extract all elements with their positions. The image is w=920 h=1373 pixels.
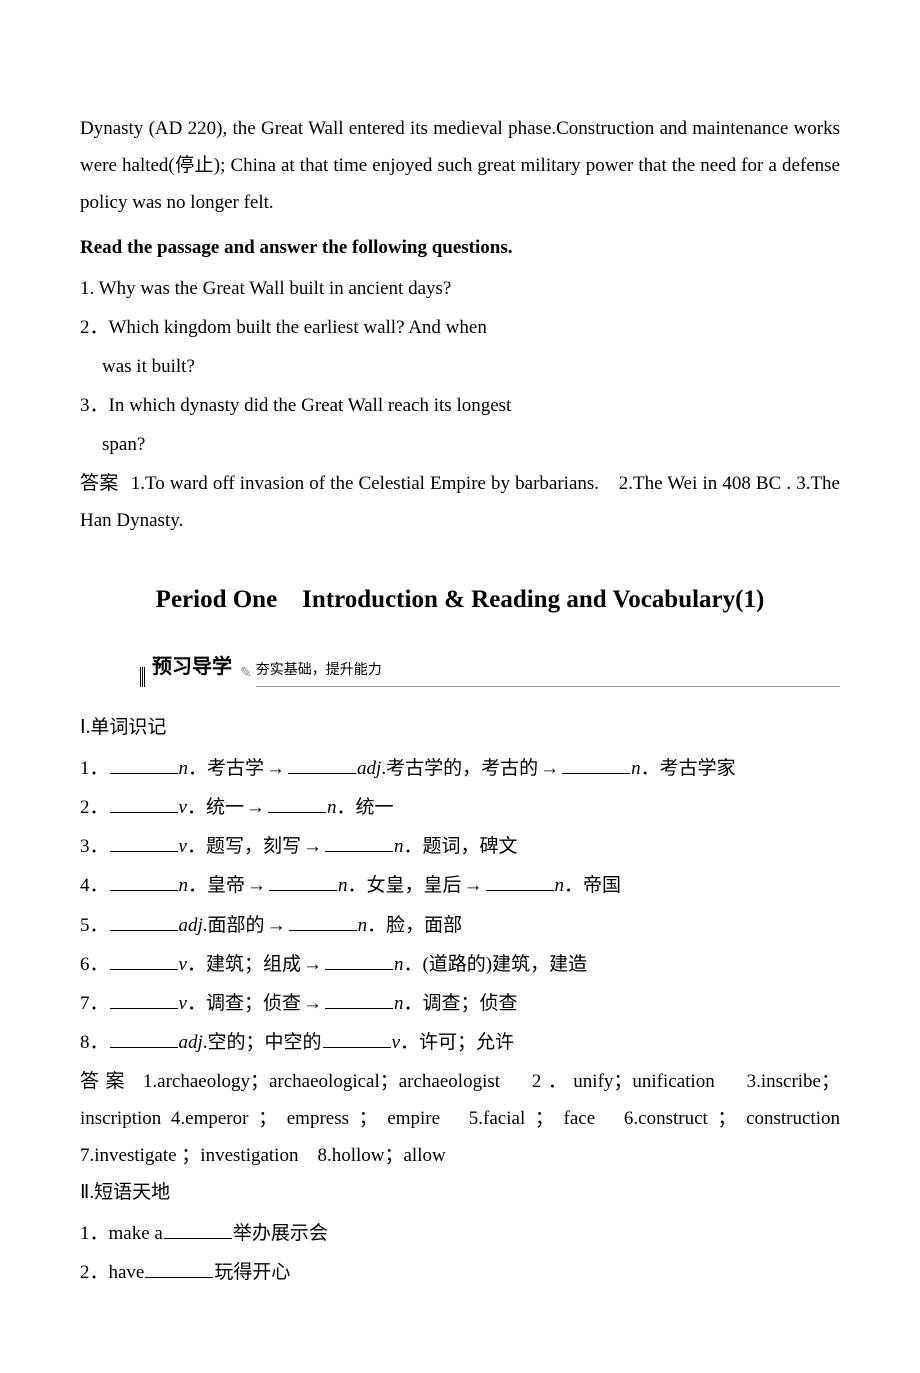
vocab-item-6: 6．v．建筑；组成→n．(道路的)建筑，建造 — [80, 946, 840, 983]
item-part: ．女皇，皇后 — [348, 875, 462, 896]
blank-input[interactable] — [164, 1220, 232, 1239]
item-part: ．皇帝 — [188, 875, 245, 896]
item-part: ．(道路的)建筑，建造 — [403, 954, 587, 975]
blank-input[interactable] — [110, 872, 178, 891]
item-part: ．题词，碑文 — [403, 836, 517, 857]
item-part: ．建筑；组成 — [187, 954, 301, 975]
answer-label: 答案 — [80, 473, 119, 494]
question-3-line2: span? — [80, 426, 840, 463]
vocab-answer-text: 1.archaeology；archaeological；archaeologi… — [80, 1071, 859, 1166]
question-2-line1: 2．Which kingdom built the earliest wall?… — [80, 309, 840, 346]
blank-input[interactable] — [323, 1029, 391, 1048]
blank-input[interactable] — [325, 951, 393, 970]
item-part: ．调查；侦查 — [187, 993, 301, 1014]
blank-input[interactable] — [110, 794, 178, 813]
section-1-title: Ⅰ.单词识记 — [80, 709, 840, 746]
item-part: .考古学的，考古的 — [381, 758, 538, 779]
phrase-lead: 2．have — [80, 1262, 144, 1283]
item-lead: 4． — [80, 875, 109, 896]
section-2-title: Ⅱ.短语天地 — [80, 1174, 840, 1211]
vocab-item-7: 7．v．调查；侦查→n．调查；侦查 — [80, 985, 840, 1022]
question-3-line1: 3．In which dynasty did the Great Wall re… — [80, 387, 840, 424]
vocab-item-8: 8．adj.空的；中空的v．许可；允许 — [80, 1024, 840, 1061]
item-lead: 2． — [80, 797, 109, 818]
item-part: ．统一 — [336, 797, 393, 818]
vocab-item-5: 5．adj.面部的→n．脸，面部 — [80, 907, 840, 944]
item-part: ．统一 — [187, 797, 244, 818]
blank-input[interactable] — [110, 755, 178, 774]
blank-input[interactable] — [269, 872, 337, 891]
item-lead: 5． — [80, 915, 109, 936]
question-2-line2: was it built? — [80, 348, 840, 385]
pencil-icon: ✎ — [240, 660, 252, 687]
blank-input[interactable] — [289, 912, 357, 931]
phrase-item-1: 1．make a 举办展示会 — [80, 1215, 840, 1252]
item-part: ．题写，刻写 — [187, 836, 301, 857]
banner-sub-text: 夯实基础，提升能力 — [256, 657, 840, 687]
blank-input[interactable] — [110, 951, 178, 970]
item-part: ．调查；侦查 — [403, 993, 517, 1014]
item-part: .面部的 — [203, 915, 265, 936]
passage-text: Dynasty (AD 220), the Great Wall entered… — [80, 110, 840, 221]
blank-input[interactable] — [325, 990, 393, 1009]
banner-decoration-icon — [140, 667, 146, 687]
item-part: ．脸，面部 — [367, 915, 462, 936]
blank-input[interactable] — [268, 794, 326, 813]
item-lead: 7． — [80, 993, 109, 1014]
item-part: ．帝国 — [564, 875, 621, 896]
vocab-item-3: 3．v．题写，刻写→n．题词，碑文 — [80, 828, 840, 865]
blank-input[interactable] — [110, 833, 178, 852]
phrase-item-2: 2．have 玩得开心 — [80, 1254, 840, 1291]
item-part: ．考古学 — [188, 758, 264, 779]
item-part: ．许可；允许 — [400, 1032, 514, 1053]
banner-main-text: 预习导学 — [152, 648, 232, 687]
period-title: Period One Introduction & Reading and Vo… — [80, 576, 840, 625]
question-header: Read the passage and answer the followin… — [80, 229, 840, 266]
blank-input[interactable] — [145, 1259, 213, 1278]
item-lead: 3． — [80, 836, 109, 857]
answer-label: 答案 — [80, 1071, 131, 1092]
blank-input[interactable] — [486, 872, 554, 891]
item-lead: 1． — [80, 758, 109, 779]
vocab-answer: 答案1.archaeology；archaeological；archaeolo… — [80, 1063, 840, 1174]
blank-input[interactable] — [325, 833, 393, 852]
blank-input[interactable] — [288, 755, 356, 774]
phrase-tail: 举办展示会 — [233, 1223, 328, 1244]
item-part: ．考古学家 — [641, 758, 736, 779]
phrase-tail: 玩得开心 — [214, 1262, 290, 1283]
blank-input[interactable] — [110, 990, 178, 1009]
item-part: .空的；中空的 — [203, 1032, 322, 1053]
answer-text: 1.To ward off invasion of the Celestial … — [80, 473, 840, 531]
item-lead: 8． — [80, 1032, 109, 1053]
reading-answer: 答案1.To ward off invasion of the Celestia… — [80, 465, 840, 539]
phrase-lead: 1．make a — [80, 1223, 163, 1244]
section-banner: 预习导学 ✎ 夯实基础，提升能力 — [80, 648, 840, 687]
blank-input[interactable] — [110, 1029, 178, 1048]
vocab-item-4: 4．n．皇帝→n．女皇，皇后→n．帝国 — [80, 867, 840, 904]
question-1: 1. Why was the Great Wall built in ancie… — [80, 270, 840, 307]
item-lead: 6． — [80, 954, 109, 975]
blank-input[interactable] — [562, 755, 630, 774]
blank-input[interactable] — [110, 912, 178, 931]
vocab-item-2: 2．v．统一→n．统一 — [80, 789, 840, 826]
vocab-item-1: 1．n．考古学→adj.考古学的，考古的→n．考古学家 — [80, 750, 840, 787]
